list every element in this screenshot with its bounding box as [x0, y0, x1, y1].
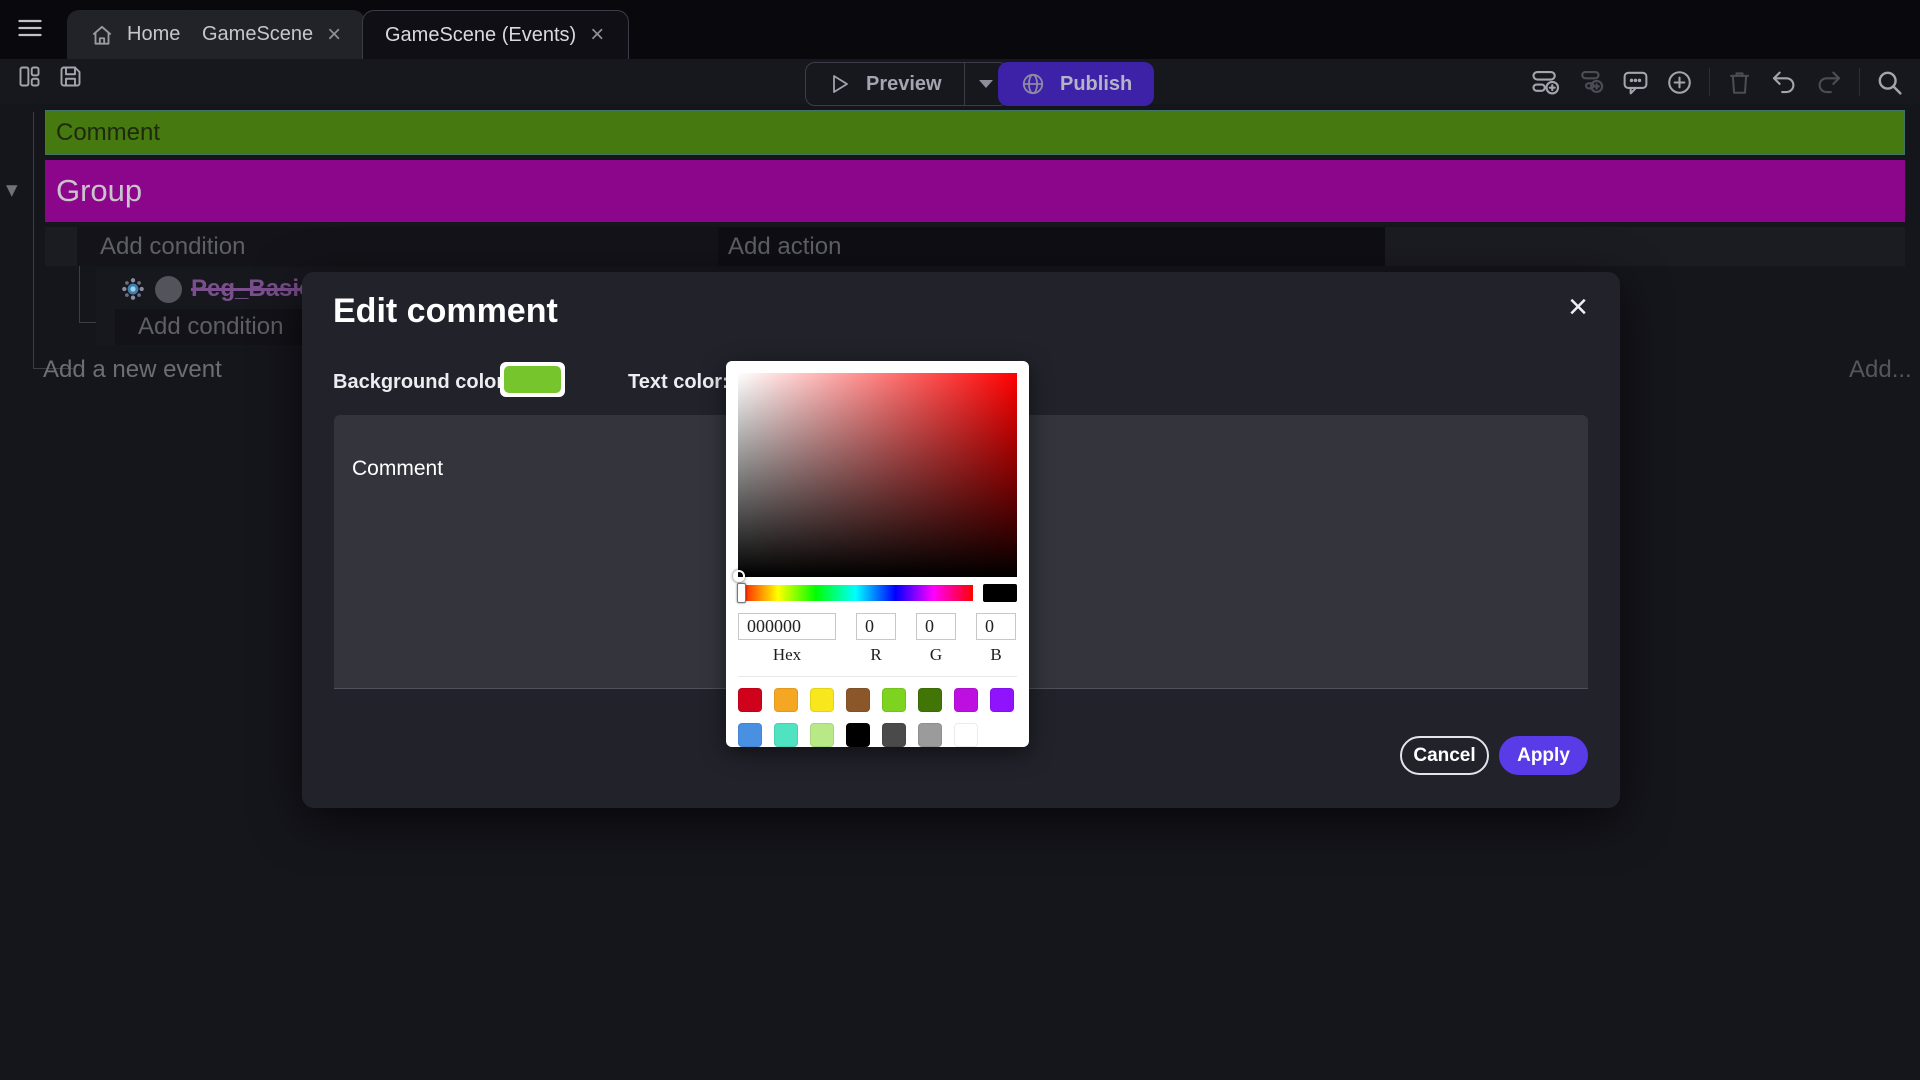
add-condition-link[interactable]: Add condition — [77, 227, 718, 266]
add-event-button[interactable] — [1531, 67, 1561, 97]
preset-colors-row — [738, 723, 1017, 747]
blue-input[interactable] — [976, 613, 1016, 640]
preset-color-swatch[interactable] — [846, 723, 870, 747]
globe-icon — [1020, 71, 1046, 97]
preset-color-swatch[interactable] — [738, 688, 762, 712]
standard-event-row: Add condition Add action — [45, 227, 1905, 266]
search-button[interactable] — [1875, 68, 1904, 97]
save-button[interactable] — [57, 63, 84, 90]
events-toolbar: Preview Publish — [0, 59, 1920, 104]
add-event-icon — [1531, 67, 1561, 97]
preset-divider — [738, 676, 1017, 677]
tab-gamescene-events[interactable]: GameScene (Events) × — [362, 10, 629, 59]
toolbar-divider — [1709, 68, 1710, 96]
hue-slider[interactable] — [738, 585, 973, 601]
preview-button[interactable]: Preview — [806, 63, 964, 105]
home-icon — [89, 22, 115, 48]
preset-color-swatch[interactable] — [774, 723, 798, 747]
save-icon — [57, 63, 84, 90]
preset-color-swatch[interactable] — [882, 723, 906, 747]
add-comment-button[interactable] — [1621, 68, 1650, 97]
tab-bar: Home GameScene × GameScene (Events) × — [0, 0, 1920, 59]
background-color-swatch[interactable] — [500, 362, 565, 397]
add-comment-icon — [1621, 68, 1650, 97]
dialog-title: Edit comment — [333, 292, 558, 331]
search-icon — [1875, 68, 1904, 97]
tab-label: GameScene (Events) — [385, 24, 576, 47]
condition-line[interactable]: Peg_Basic — [120, 272, 328, 306]
background-color-value — [504, 366, 561, 393]
toolbar-divider — [1859, 68, 1860, 96]
preview-button-group: Preview — [805, 62, 1009, 106]
object-thumbnail — [155, 276, 182, 303]
tab-gamescene[interactable]: GameScene × — [180, 10, 365, 59]
add-circle-button[interactable] — [1665, 68, 1694, 97]
preset-color-swatch[interactable] — [918, 688, 942, 712]
close-icon[interactable]: × — [325, 23, 343, 47]
blue-label: B — [990, 645, 1001, 665]
chevron-down-icon — [979, 80, 993, 88]
trash-icon — [1725, 68, 1754, 97]
add-circle-icon — [1665, 68, 1694, 97]
preset-color-swatch[interactable] — [810, 688, 834, 712]
collapse-triangle-icon[interactable]: ▾ — [6, 176, 18, 203]
preset-color-swatch[interactable] — [918, 723, 942, 747]
red-label: R — [870, 645, 881, 665]
undo-button[interactable] — [1769, 67, 1799, 97]
project-manager-icon — [16, 63, 43, 90]
color-picker-popup: Hex R G B — [726, 361, 1029, 747]
group-event-text: Group — [56, 173, 142, 209]
add-new-event-link[interactable]: Add a new event — [43, 356, 222, 384]
apply-button[interactable]: Apply — [1499, 736, 1588, 775]
saturation-area[interactable] — [738, 373, 1017, 577]
delete-button[interactable] — [1725, 68, 1754, 97]
redo-button[interactable] — [1814, 67, 1844, 97]
preset-color-swatch[interactable] — [738, 723, 762, 747]
undo-icon — [1769, 67, 1799, 97]
tree-connector-line — [79, 266, 80, 323]
hex-label: Hex — [773, 645, 801, 665]
background-color-label: Background color: — [333, 371, 511, 394]
close-icon[interactable]: × — [1568, 290, 1588, 324]
preset-color-swatch[interactable] — [954, 723, 978, 747]
preset-colors-row — [738, 688, 1017, 712]
tree-connector-line — [33, 112, 34, 368]
app-window: Home GameScene × GameScene (Events) × Pr… — [0, 0, 1920, 1080]
current-color-swatch — [983, 584, 1017, 602]
behavior-icon — [120, 276, 146, 302]
tab-label: GameScene — [202, 23, 313, 46]
add-subevent-icon — [1576, 67, 1606, 97]
comment-event-row[interactable]: Comment — [45, 110, 1905, 155]
close-icon[interactable]: × — [588, 23, 606, 47]
red-input[interactable] — [856, 613, 896, 640]
add-truncated-link[interactable]: Add... — [1849, 356, 1912, 384]
text-color-label: Text color: — [628, 371, 729, 394]
main-menu-button[interactable] — [12, 14, 48, 44]
group-event-row[interactable]: Group — [45, 160, 1905, 222]
preset-color-swatch[interactable] — [774, 688, 798, 712]
green-input[interactable] — [916, 613, 956, 640]
add-action-link[interactable]: Add action — [718, 227, 1385, 266]
preset-color-swatch[interactable] — [846, 688, 870, 712]
green-label: G — [930, 645, 942, 665]
hamburger-icon — [13, 14, 47, 42]
preset-color-swatch[interactable] — [882, 688, 906, 712]
project-manager-button[interactable] — [16, 63, 43, 90]
comment-event-text: Comment — [56, 119, 160, 147]
publish-button[interactable]: Publish — [998, 62, 1154, 106]
preset-color-swatch[interactable] — [810, 723, 834, 747]
preset-color-swatch[interactable] — [990, 688, 1014, 712]
publish-label: Publish — [1060, 73, 1132, 96]
saturation-cursor[interactable] — [733, 570, 745, 582]
add-subevent-button[interactable] — [1576, 67, 1606, 97]
tab-label: Home — [127, 23, 180, 46]
preview-label: Preview — [866, 73, 942, 96]
hue-slider-handle[interactable] — [737, 583, 746, 603]
preset-color-swatch[interactable] — [954, 688, 978, 712]
redo-icon — [1814, 67, 1844, 97]
hex-input[interactable] — [738, 613, 836, 640]
cancel-button[interactable]: Cancel — [1400, 736, 1489, 775]
play-icon — [828, 72, 852, 96]
